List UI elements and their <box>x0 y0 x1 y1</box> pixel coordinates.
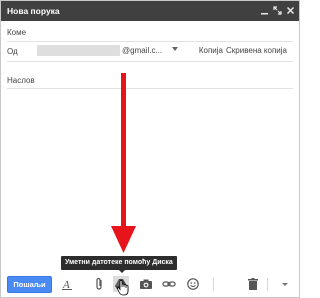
drive-tooltip: Уметни датотеке помоћу Диска <box>61 256 177 270</box>
minimize-icon[interactable] <box>259 5 270 16</box>
link-icon[interactable] <box>161 276 177 292</box>
subject-row[interactable]: Наслов <box>7 62 293 89</box>
message-body[interactable] <box>1 89 299 269</box>
send-button[interactable]: Пошаљи <box>7 276 52 293</box>
fullscreen-icon[interactable] <box>272 5 283 16</box>
compose-titlebar[interactable]: Нова порука <box>1 1 299 21</box>
compose-window: Нова порука Коме Од @gmail.c... Копија С… <box>0 0 300 298</box>
close-icon[interactable] <box>285 5 296 16</box>
formatting-icon[interactable]: A <box>59 276 75 292</box>
to-row[interactable]: Коме <box>7 21 293 42</box>
trash-icon[interactable] <box>245 276 261 292</box>
emoji-icon[interactable] <box>185 276 201 292</box>
compose-title: Нова порука <box>7 6 60 16</box>
attach-icon[interactable] <box>91 276 107 292</box>
compose-toolbar: Пошаљи A <box>1 273 299 295</box>
toolbar-divider <box>213 278 214 291</box>
cc-link[interactable]: Копија <box>199 46 223 55</box>
subject-field[interactable]: Наслов <box>7 76 35 85</box>
bcc-link[interactable]: Скривена копија <box>226 46 287 55</box>
from-account-redacted <box>37 45 120 56</box>
toolbar-divider-2 <box>267 278 268 291</box>
from-dropdown-chevron-down-icon[interactable] <box>172 47 178 51</box>
more-options-icon[interactable] <box>277 276 293 292</box>
mouse-cursor-icon <box>117 280 129 296</box>
photo-icon[interactable] <box>138 276 154 292</box>
from-email[interactable]: @gmail.c... <box>122 46 162 55</box>
to-label: Коме <box>7 28 27 37</box>
from-row: Од @gmail.c... Копија Скривена копија <box>7 42 293 62</box>
from-label: Од <box>7 47 18 56</box>
